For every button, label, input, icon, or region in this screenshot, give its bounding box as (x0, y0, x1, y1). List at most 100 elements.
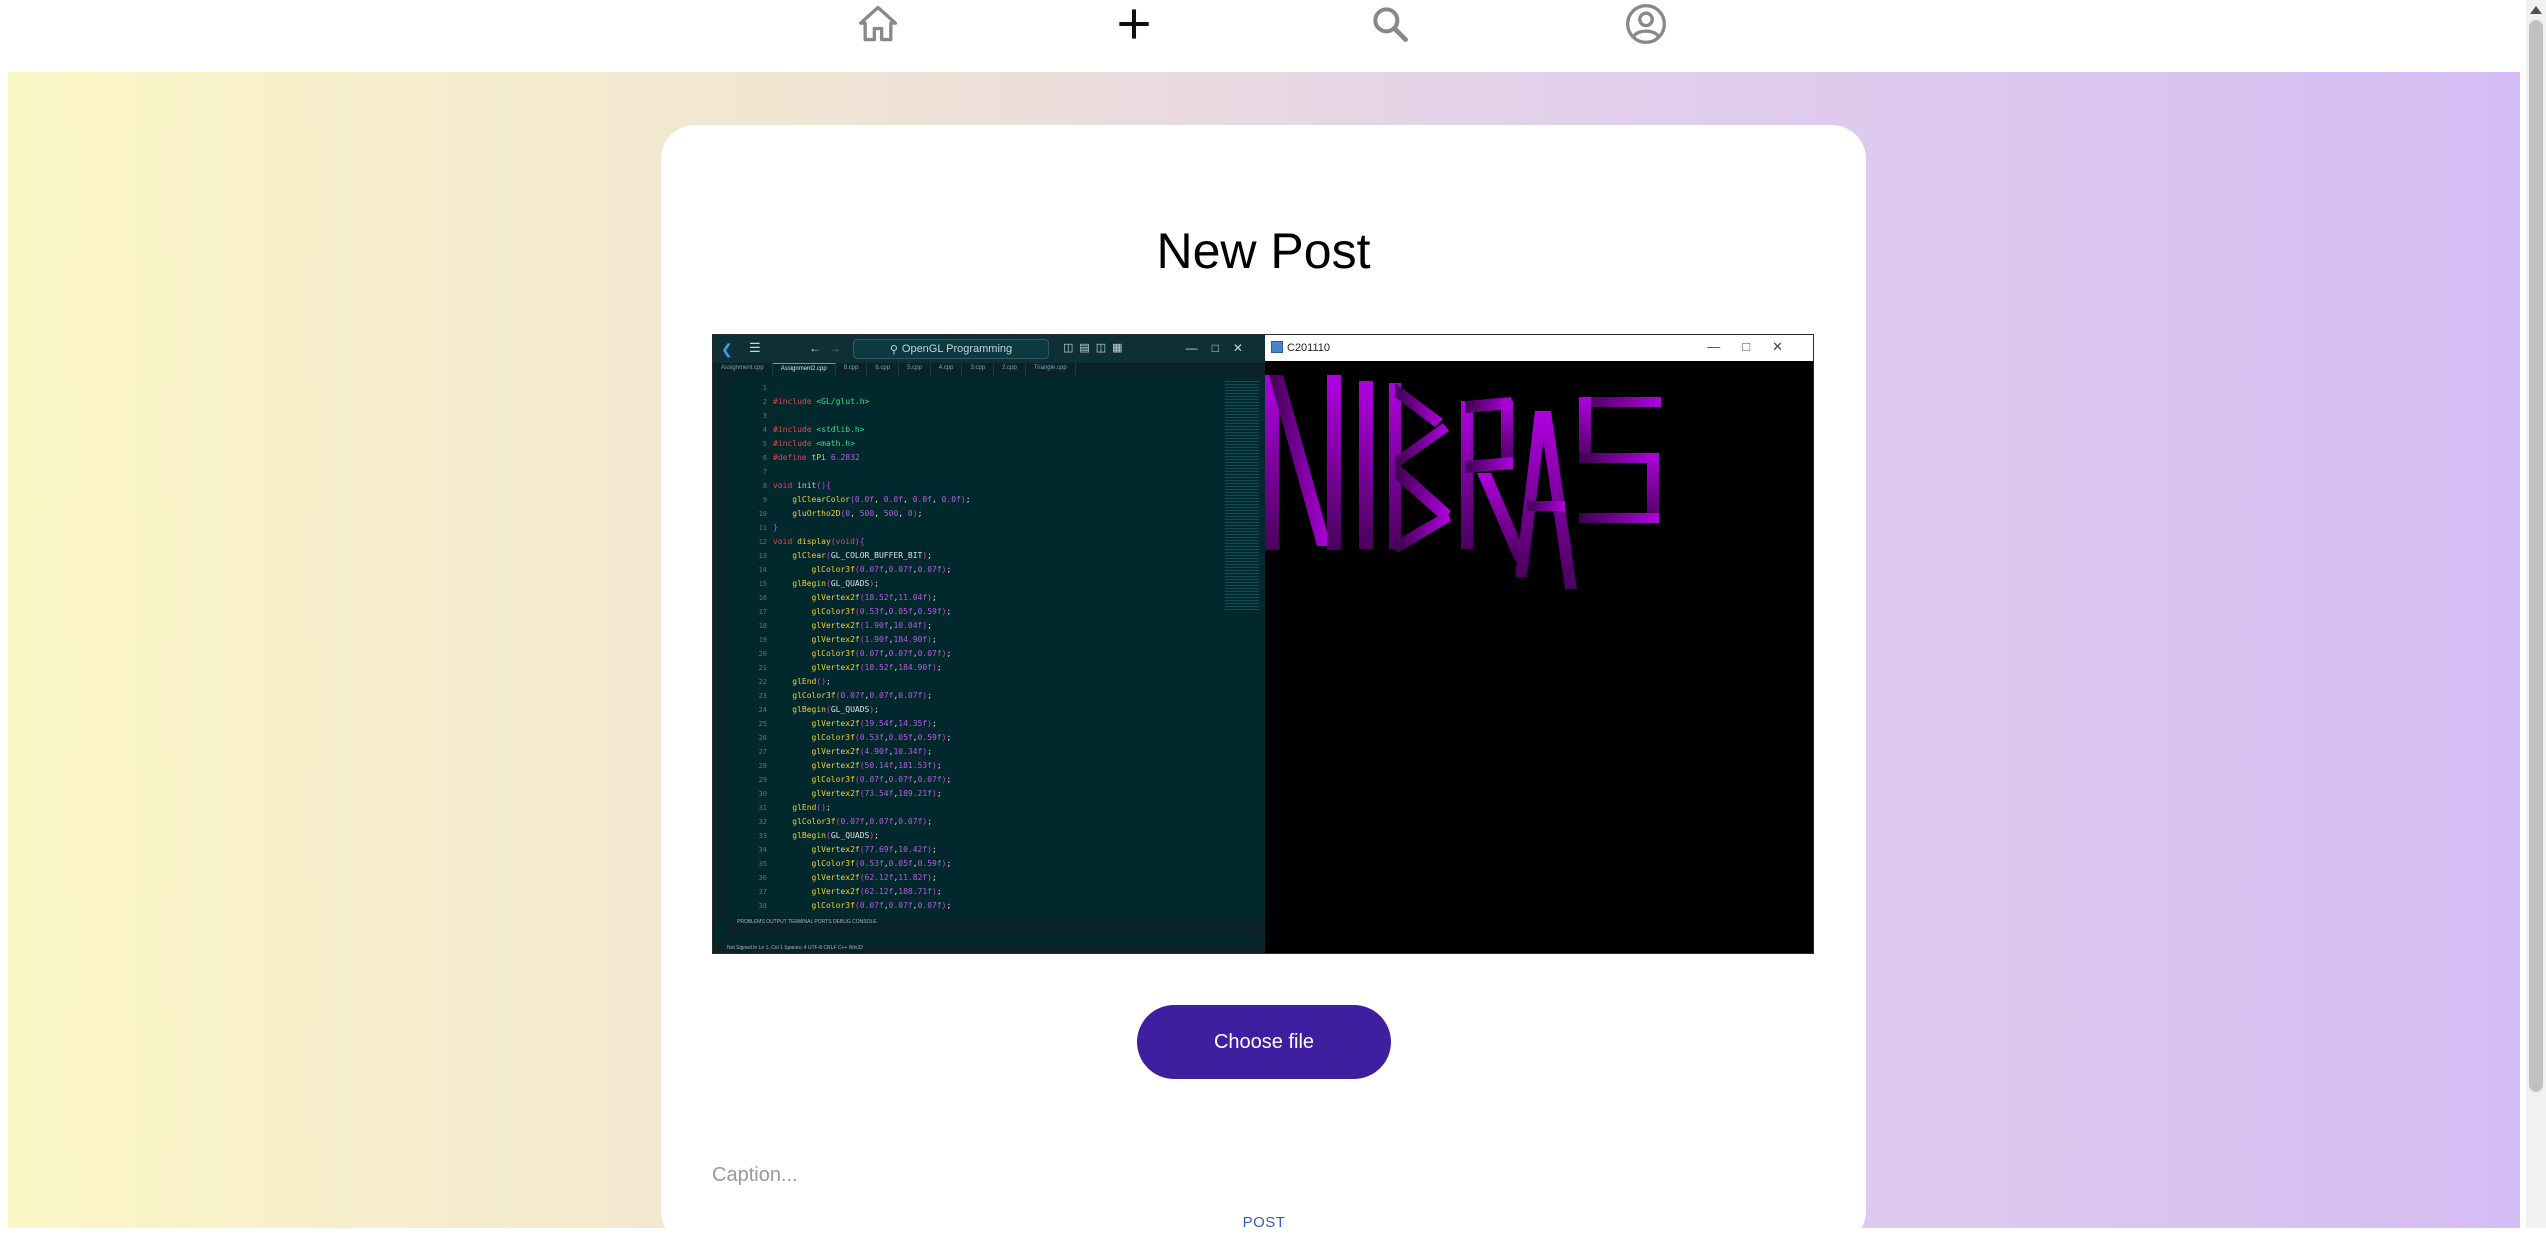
vscode-logo-icon: ❮ (721, 341, 733, 357)
line-number: 26 (758, 734, 767, 742)
letter-s-left (1579, 397, 1591, 461)
page-scrollbar[interactable] (2526, 0, 2546, 1228)
line-number: 9 (762, 496, 767, 504)
letter-i (1359, 381, 1373, 549)
window-controls-icon: —□✕ (1185, 341, 1257, 355)
editor-tab: Assignment.cpp (713, 363, 773, 377)
code-line: glVertex2f(50.14f,181.53f); (811, 761, 942, 770)
letter-a-left (1515, 411, 1547, 577)
editor-tab: 5.cpp (899, 363, 931, 377)
letter-b-top (1395, 383, 1443, 427)
line-number: 24 (758, 706, 767, 714)
line-number: 28 (758, 762, 767, 770)
line-number: 32 (758, 818, 767, 826)
line-number: 37 (758, 888, 767, 896)
line-number: 4 (762, 426, 767, 434)
line-number: 27 (758, 748, 767, 756)
scroll-thumb[interactable] (2529, 20, 2543, 1092)
command-center-label: OpenGL Programming (901, 343, 1013, 355)
plus-icon[interactable] (1110, 0, 1158, 48)
letter-r-bowl (1501, 401, 1513, 465)
code-line: glBegin(GL_QUADS); (792, 705, 879, 714)
line-number: 30 (758, 790, 767, 798)
editor-tab: 3.cpp (962, 363, 995, 377)
editor-tab: 8.cpp (836, 363, 868, 377)
line-number: 8 (762, 482, 767, 490)
code-line: void init(){ (773, 481, 831, 490)
code-line: glBegin(GL_QUADS); (792, 579, 879, 588)
code-line: } (773, 523, 778, 532)
line-numbers: 1 2 3 4 5 6 7 8 9 10 11 12 13 14 15 16 17 18 19 20 21 22 23 24 2… (727, 381, 767, 917)
account-circle-icon[interactable] (1622, 0, 1670, 48)
code-line: glVertex2f(18.52f,11.04f); (811, 593, 937, 602)
back-arrow-icon: ← (809, 341, 821, 355)
line-number: 16 (758, 594, 767, 602)
opengl-window-title: C201110 (1287, 342, 1331, 354)
editor-tab: 2.cpp (994, 363, 1026, 377)
line-number: 2 (762, 398, 767, 406)
window-controls-icon: —□✕ (1707, 339, 1805, 354)
line-number: 14 (758, 566, 767, 574)
line-number: 33 (758, 832, 767, 840)
line-number: 13 (758, 552, 767, 560)
line-number: 12 (758, 538, 767, 546)
choose-file-button[interactable]: Choose file (1137, 1005, 1391, 1079)
nibras-rendered-text (1265, 375, 1661, 589)
code-line: #include <GL/glut.h> (773, 397, 870, 406)
code-line: gluOrtho2D(0, 500, 500, 0); (792, 509, 923, 518)
code-line: glBegin(GL_QUADS); (792, 831, 879, 840)
code-line: glColor3f(0.07f,0.07f,0.07f); (811, 901, 952, 910)
code-editor-screenshot: ❮ ☰ ← → ⚲ OpenGL Programming ◫▤◫▦ —□✕ As… (713, 335, 1265, 953)
search-icon[interactable] (1366, 0, 1414, 48)
line-number: 22 (758, 678, 767, 686)
line-number: 11 (758, 524, 767, 532)
search-icon: ⚲ (889, 343, 898, 356)
code-line: glColor3f(0.07f,0.07f,0.07f); (811, 565, 952, 574)
home-icon[interactable] (854, 0, 902, 48)
line-number: 31 (758, 804, 767, 812)
code-line: glClearColor(0.0f, 0.0f, 0.0f, 0.0f); (792, 495, 971, 504)
editor-tab: Assignment2.cpp (772, 363, 836, 377)
line-number: 15 (758, 580, 767, 588)
line-number: 34 (758, 846, 767, 854)
line-number: 19 (758, 636, 767, 644)
code-line: #include <stdlib.h> (773, 425, 865, 434)
editor-titlebar: ❮ ☰ ← → ⚲ OpenGL Programming ◫▤◫▦ —□✕ (713, 335, 1265, 363)
letter-s-right (1647, 453, 1659, 521)
letter-s-mid (1579, 453, 1657, 463)
editor-tabs: Assignment.cpp Assignment2.cpp 8.cpp 6.cpp 5… (713, 363, 1265, 377)
caption-input[interactable] (712, 1152, 1814, 1198)
line-number: 10 (758, 510, 767, 518)
code-line: glColor3f(0.07f,0.07f,0.07f); (792, 817, 933, 826)
line-number: 17 (758, 608, 767, 616)
code-line: glClear(GL_COLOR_BUFFER_BIT); (792, 551, 932, 560)
code-line: glVertex2f(4.90f,10.34f); (811, 747, 933, 756)
opengl-window-titlebar: C201110 —□✕ (1265, 335, 1813, 361)
letter-a-right (1539, 411, 1577, 589)
line-number: 21 (758, 664, 767, 672)
letter-b-bottom (1395, 461, 1451, 521)
code-line: #define tPi 6.2832 (773, 453, 860, 462)
line-number: 29 (758, 776, 767, 784)
letter-b-mid (1395, 423, 1449, 469)
letter-a-bar (1527, 501, 1565, 511)
forward-arrow-icon: → (829, 341, 841, 355)
code-line: glVertex2f(18.52f,184.90f); (811, 663, 942, 672)
editor-tab: 4.cpp (931, 363, 963, 377)
post-button[interactable]: POST (1201, 1207, 1327, 1237)
letter-s-top (1579, 397, 1661, 407)
code-line: glVertex2f(62.12f,188.71f); (811, 887, 942, 896)
line-number: 35 (758, 860, 767, 868)
code-line: glColor3f(0.53f,0.05f,0.59f); (811, 859, 952, 868)
code-line: glEnd(); (792, 677, 831, 686)
letter-n-right (1327, 375, 1341, 550)
scroll-up-arrow-icon[interactable] (2530, 6, 2542, 14)
code-line: glColor3f(0.53f,0.05f,0.59f); (811, 607, 952, 616)
top-navigation-bar (0, 0, 2526, 72)
command-center-search: ⚲ OpenGL Programming (853, 339, 1049, 359)
menu-icon: ☰ (749, 340, 761, 355)
minimap (1225, 381, 1259, 611)
panel-tabs: PROBLEMS OUTPUT TERMINAL PORTS DEBUG CON… (727, 917, 1265, 937)
